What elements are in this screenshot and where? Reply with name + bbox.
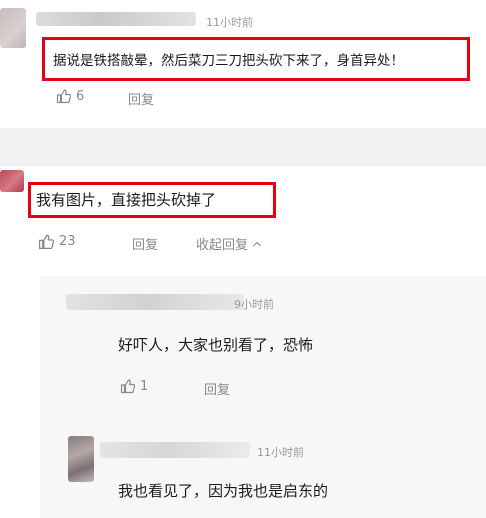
username-blurred[interactable] [36, 12, 196, 26]
user-avatar[interactable] [68, 436, 94, 482]
like-count: 6 [76, 88, 85, 104]
replies-panel: 9小时前 好吓人，大家也别看了，恐怖 1 回复 11小时前 我也看见了，因为我也… [40, 276, 486, 518]
reply-label: 回复 [204, 383, 231, 398]
like-count: 23 [59, 234, 76, 249]
reply-text: 我也看见了，因为我也是启东的 [118, 482, 329, 500]
like-button[interactable]: 23 [38, 233, 76, 250]
comment-text: 我有图片，直接把头砍掉了 [36, 191, 217, 209]
reply-button[interactable]: 回复 [132, 234, 158, 253]
like-button[interactable]: 6 [56, 88, 84, 104]
comment-card-2: 我有图片，直接把头砍掉了 23 回复 收起回复 9小时前 好吓人，大家也别看了，… [0, 166, 486, 518]
thumbs-up-icon [38, 234, 55, 250]
thumbs-up-icon [120, 379, 136, 394]
user-avatar[interactable] [0, 170, 24, 192]
comment-text: 据说是铁搭敲晕，然后菜刀三刀把头砍下来了，身首异处！ [53, 53, 404, 69]
reply-text: 好吓人，大家也别看了，恐怖 [118, 336, 314, 354]
collapse-label: 收起回复 [196, 238, 249, 253]
like-button[interactable]: 1 [120, 378, 148, 394]
reply-label: 回复 [132, 238, 159, 253]
thumbs-up-icon [56, 89, 72, 104]
username-blurred[interactable] [100, 442, 250, 458]
username-blurred[interactable] [66, 294, 244, 310]
reply-time: 11小时前 [257, 446, 304, 459]
like-count: 1 [140, 378, 149, 394]
comment-time: 11小时前 [206, 16, 253, 29]
reply-label: 回复 [128, 93, 155, 108]
collapse-replies-button[interactable]: 收起回复 [196, 234, 266, 253]
reply-button[interactable]: 回复 [128, 89, 154, 108]
chevron-up-icon [253, 241, 261, 246]
comment-card-1: 11小时前 据说是铁搭敲晕，然后菜刀三刀把头砍下来了，身首异处！ 6 回复 [0, 0, 486, 128]
reply-button[interactable]: 回复 [204, 379, 230, 398]
reply-time: 9小时前 [234, 298, 274, 311]
user-avatar[interactable] [0, 8, 26, 48]
